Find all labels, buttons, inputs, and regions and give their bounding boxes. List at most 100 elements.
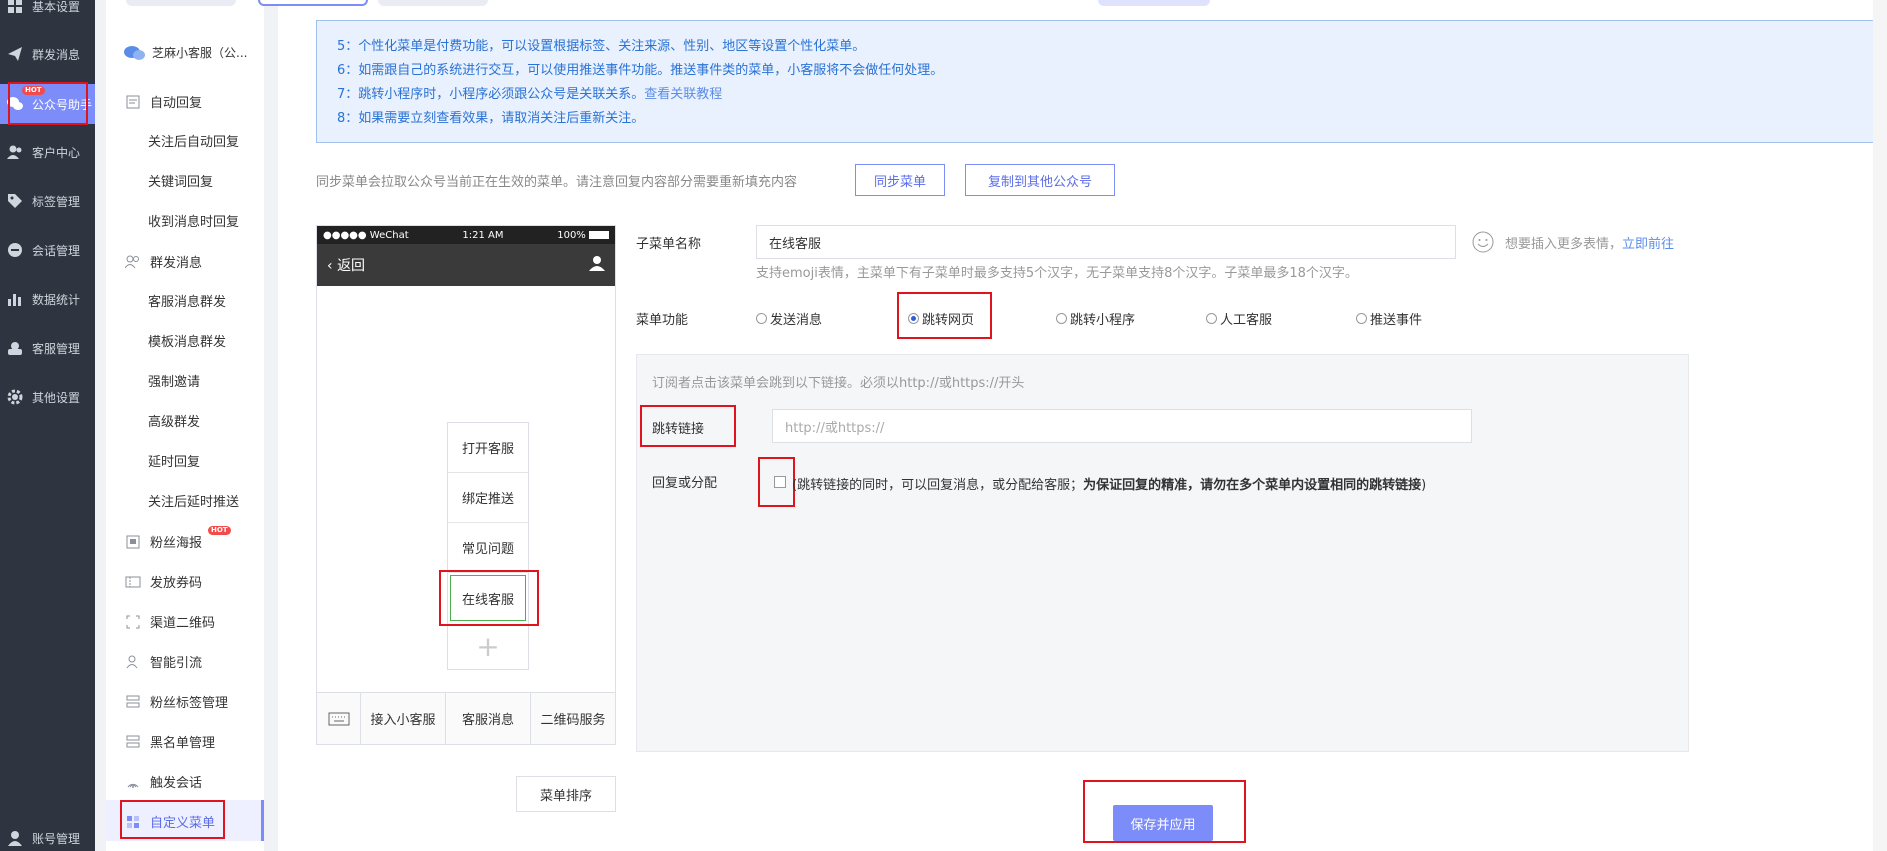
sub-child-delay-reply[interactable]: 延时回复 [148,451,200,470]
users-icon [6,143,24,161]
copy-to-other-account-button[interactable]: 复制到其他公众号 [965,164,1115,196]
sub-child-follow-reply[interactable]: 关注后自动回复 [148,131,239,150]
nav-item-label: 其他设置 [32,390,81,405]
hot-badge: HOT [208,526,231,535]
submenu-item[interactable]: 打开客服 [448,423,528,473]
add-submenu-icon[interactable]: + [448,623,528,669]
nav-item-basic-settings[interactable]: 基本设置 [0,0,95,24]
sub-item-label: 粉丝海报 [150,536,203,551]
account-icon [6,829,24,847]
signal-icon [124,773,142,791]
poster-icon [124,533,142,551]
nav-item-wechat-assistant[interactable]: 公众号助手 HOT [0,84,95,124]
sub-child-template-mass[interactable]: 模板消息群发 [148,331,226,350]
sync-menu-button[interactable]: 同步菜单 [855,164,945,196]
nav-item-customer-center[interactable]: 客户中心 [0,134,95,170]
top-tab[interactable] [126,0,236,6]
sub-item-fan-tags[interactable]: 粉丝标签管理 [124,692,228,711]
bottom-menu-item[interactable]: 接入小客服 [361,693,446,744]
radio-jump-webpage[interactable]: 跳转网页 [908,309,974,328]
nav-item-label: 客服管理 [32,341,81,356]
related-tutorial-link[interactable]: 查看关联教程 [644,87,722,102]
phone-submenu: 打开客服 绑定推送 常见问题 在线客服 + [447,422,529,670]
sub-item-label: 智能引流 [150,656,203,671]
nav-item-data-stats[interactable]: 数据统计 [0,281,95,317]
chat-icon [6,241,24,259]
menu-grid-icon [124,813,142,831]
radio-send-message[interactable]: 发送消息 [756,309,822,328]
emoji-hint: 想要插入更多表情，立即前往 [1505,237,1675,252]
sub-child-service-mass[interactable]: 客服消息群发 [148,291,226,310]
users-icon [124,253,142,271]
sub-child-force-invite[interactable]: 强制邀请 [148,371,200,390]
menu-sort-button[interactable]: 菜单排序 [516,776,616,812]
nav-item-label: 账号管理 [32,831,81,846]
nav-item-agent-management[interactable]: 客服管理 [0,330,95,366]
submenu-item[interactable]: 常见问题 [448,523,528,573]
account-selector[interactable]: 芝麻小客服（公... [124,44,247,61]
submenu-item[interactable]: 绑定推送 [448,473,528,523]
bar-chart-icon [6,290,24,308]
top-tab[interactable] [258,0,368,6]
nav-item-other-settings[interactable]: 其他设置 [0,379,95,415]
sub-item-trigger-session[interactable]: 触发会话 [124,772,202,791]
top-tab[interactable] [378,0,488,6]
sub-item-label: 自定义菜单 [150,816,216,831]
radio-push-event[interactable]: 推送事件 [1356,309,1422,328]
phone-bottom-menu: 接入小客服 客服消息 二维码服务 [317,692,615,744]
save-apply-button[interactable]: 保存并应用 [1113,805,1213,841]
list-icon [124,693,142,711]
reply-assign-label: 回复或分配 [652,476,718,491]
bottom-menu-item[interactable]: 客服消息 [446,693,531,744]
notice-line-8: 8：如果需要立刻查看效果，请取消关注后重新关注。 [337,111,645,126]
sub-item-channel-qr[interactable]: 渠道二维码 [124,612,215,631]
emoji-icon[interactable] [1472,231,1494,257]
scan-icon [124,613,142,631]
sub-child-keyword-reply[interactable]: 关键词回复 [148,171,213,190]
radio-human-agent[interactable]: 人工客服 [1206,309,1272,328]
keyboard-icon[interactable] [317,693,361,744]
user-flow-icon [124,653,142,671]
notice-line-5: 5：个性化菜单是付费功能，可以设置根据标签、关注来源、性别、地区等设置个性化菜单… [337,39,866,54]
wechat-icon [6,95,24,113]
nav-item-tag-management[interactable]: 标签管理 [0,183,95,219]
sub-item-fan-poster[interactable]: 粉丝海报 HOT [124,526,231,551]
sub-item-smart-traffic[interactable]: 智能引流 [124,652,202,671]
nav-item-label: 会话管理 [32,243,81,258]
jump-link-input[interactable]: http://或https:// [772,409,1472,443]
nav-item-session-management[interactable]: 会话管理 [0,232,95,268]
scrollbar[interactable] [1873,0,1887,851]
agent-icon [6,339,24,357]
sub-item-label: 群发消息 [150,256,203,271]
list-icon [124,733,142,751]
sub-item-mass-message[interactable]: 群发消息 [124,252,202,271]
submenu-name-input[interactable]: 在线客服 [756,225,1456,259]
top-tab[interactable] [1098,0,1210,6]
submenu-name-label: 子菜单名称 [636,237,702,252]
bottom-menu-item[interactable]: 二维码服务 [531,693,615,744]
sub-child-advanced-mass[interactable]: 高级群发 [148,411,200,430]
submenu-item-selected[interactable]: 在线客服 [450,575,526,621]
sub-child-message-reply[interactable]: 收到消息时回复 [148,211,239,230]
nav-item-account-management[interactable]: 账号管理 [0,820,95,851]
emoji-go-link[interactable]: 立即前往 [1622,237,1674,252]
sub-child-follow-delay-push[interactable]: 关注后延时推送 [148,491,239,510]
nav-item-label: 基本设置 [32,0,81,14]
account-name: 芝麻小客服（公... [152,46,248,60]
sub-item-auto-reply[interactable]: 自动回复 [124,92,202,111]
sub-item-custom-menu[interactable]: 自定义菜单 [124,812,215,831]
battery-icon [589,230,609,239]
notice-line-7: 7：跳转小程序时，小程序必须跟公众号是关联关系。查看关联教程 [337,87,723,102]
sub-item-label: 黑名单管理 [150,736,216,751]
sub-item-label: 渠道二维码 [150,616,216,631]
phone-preview: ●●●●● WeChat 1:21 AM 100% ‹ 返回 打开客服 绑定推送… [316,225,616,745]
nav-item-label: 群发消息 [32,47,81,62]
nav-item-mass-message[interactable]: 群发消息 [0,36,95,72]
tag-icon [6,192,24,210]
reply-assign-checkbox[interactable] [774,476,786,488]
document-icon [124,93,142,111]
back-button[interactable]: ‹ 返回 [327,255,365,275]
sub-item-blacklist[interactable]: 黑名单管理 [124,732,215,751]
sub-item-coupon[interactable]: 发放券码 [124,572,202,591]
radio-jump-miniprogram[interactable]: 跳转小程序 [1056,309,1135,328]
